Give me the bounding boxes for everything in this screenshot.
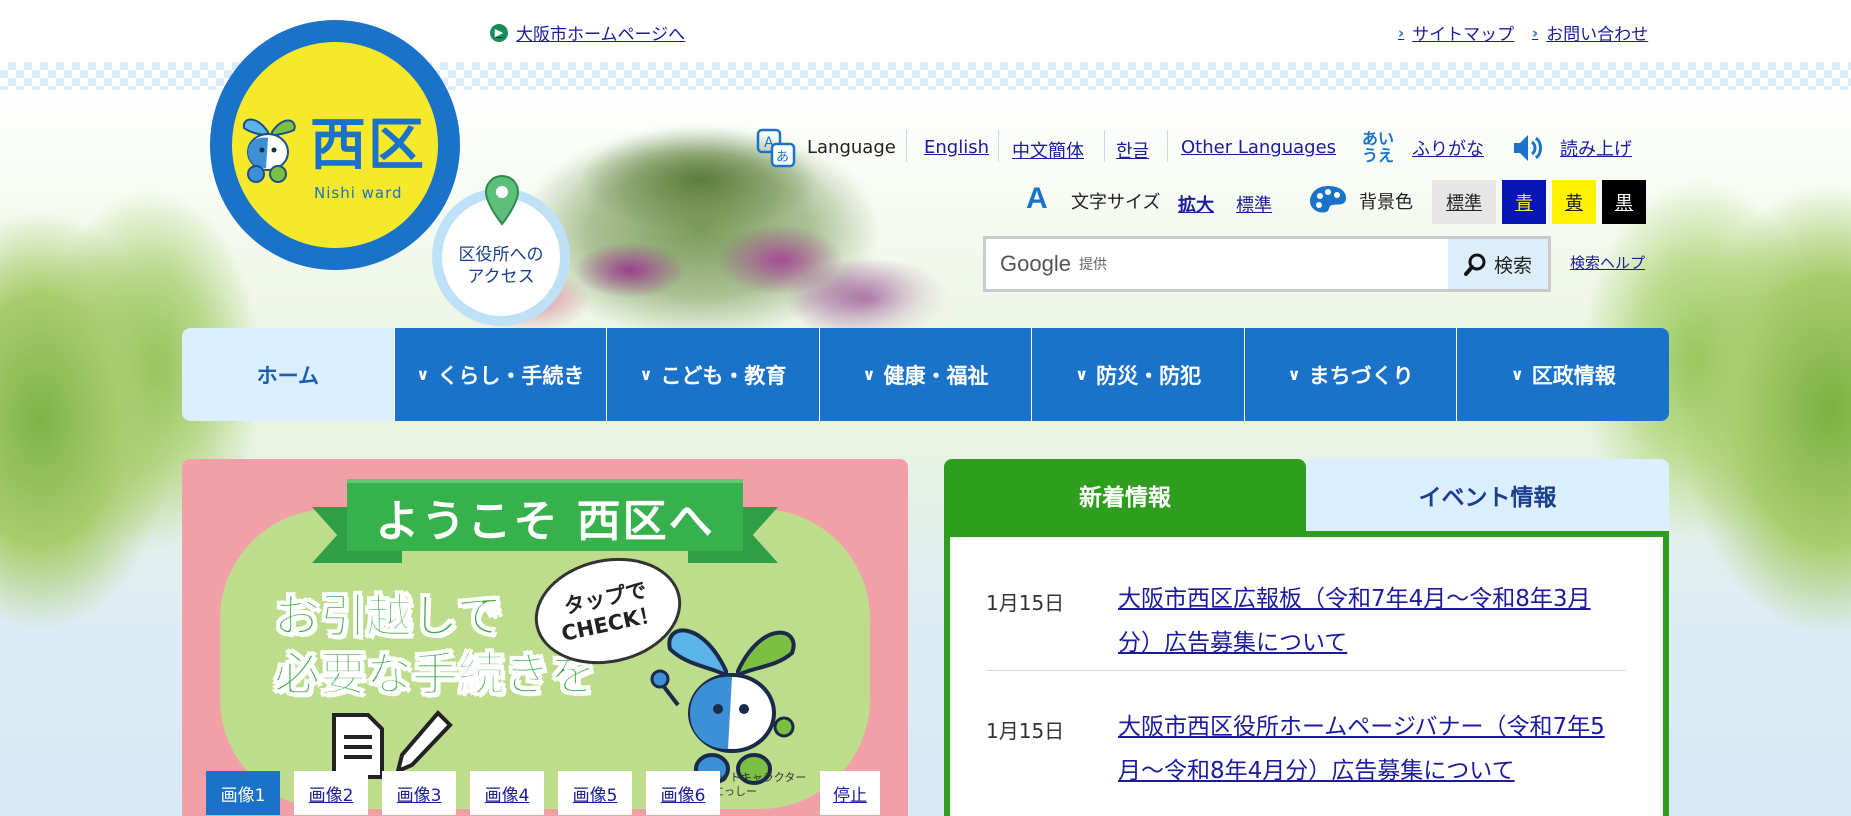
access-label-line2: アクセス [467,267,535,287]
language-icon: A あ [756,128,796,168]
map-pin-icon [484,174,520,226]
svg-text:あ: あ [776,150,789,165]
nav-town-label: まちづくり [1308,363,1414,388]
divider [998,130,999,162]
lang-chinese-link[interactable]: 中文簡体 [1012,137,1084,163]
bg-color-label: 背景色 [1359,192,1413,213]
slide-ribbon: ようこそ 西区へ [347,479,743,551]
google-logo: Google [1000,251,1071,276]
news-title-link[interactable]: 大阪市西区広報板（令和7年4月～令和8年3月分）広告募集について [1118,577,1618,665]
site-logo[interactable]: 西区 Nishi ward [210,20,460,270]
chevron-down-icon: ∨ [1075,365,1089,384]
search-input[interactable]: Google 提供 [986,239,1448,289]
sitemap-label: サイトマップ [1412,25,1515,45]
font-standard-link[interactable]: 標準 [1236,191,1272,217]
bg-black-button[interactable]: 黒 [1602,180,1646,224]
bg-standard-button[interactable]: 標準 [1432,180,1496,224]
nav-living[interactable]: ∨ くらし・手続き [393,328,607,421]
city-home-link[interactable]: ▶ 大阪市ホームページへ [490,20,685,45]
contact-link[interactable]: › お問い合わせ [1532,20,1649,46]
speaker-icon [1514,135,1542,161]
furigana-icon-top: あい [1362,129,1395,148]
slide-button-6[interactable]: 画像6 [646,771,720,815]
nav-safety[interactable]: ∨ 防災・防犯 [1031,328,1244,421]
furigana-icon: あい うえ [1362,130,1402,164]
lang-korean-link[interactable]: 한글 [1116,137,1149,163]
arrow-right-circle-icon: ▶ [490,23,508,42]
divider [1167,130,1168,162]
slide-button-3[interactable]: 画像3 [382,771,456,815]
divider [1104,130,1105,162]
search-box: Google 提供 検索 [983,236,1551,292]
chevron-down-icon: ∨ [1287,365,1301,384]
bg-yellow-button[interactable]: 黄 [1552,180,1596,224]
news-panel: 新着情報 イベント情報 1月15日 大阪市西区広報板（令和7年4月～令和8年3月… [944,459,1669,816]
slide-heading-line2: 必要な手続きを [274,647,597,702]
nav-health-label: 健康・福祉 [883,363,989,388]
tab-new-info[interactable]: 新着情報 [944,459,1306,531]
chevron-down-icon: ∨ [862,365,876,384]
lang-other-link[interactable]: Other Languages [1181,137,1336,158]
nav-children-label: こども・教育 [660,363,787,388]
global-nav: ホーム ∨ くらし・手続き ∨ こども・教育 ∨ 健康・福祉 ∨ 防災・防犯 ∨… [182,328,1669,421]
nav-living-label: くらし・手続き [437,363,585,388]
slide-controls: 画像1 画像2 画像3 画像4 画像5 画像6 停止 [206,771,880,815]
nav-town[interactable]: ∨ まちづくり [1243,328,1457,421]
search-provided-by: 提供 [1078,257,1107,273]
palette-icon [1310,186,1346,213]
nav-home-label: ホーム [256,363,319,388]
slide-button-1[interactable]: 画像1 [206,771,280,815]
logo-circle: 西区 Nishi ward [232,42,438,248]
read-aloud-link[interactable]: 読み上げ [1560,135,1632,161]
divider [906,130,907,162]
search-button[interactable]: 検索 [1448,239,1548,289]
news-date: 1月15日 [986,719,1065,743]
chevron-down-icon: ∨ [639,365,653,384]
furigana-icon-bottom: うえ [1362,146,1395,165]
news-date: 1月15日 [986,591,1065,615]
access-label-line1: 区役所への [458,245,544,265]
sitemap-link[interactable]: › サイトマップ [1398,20,1515,46]
slide-stop-button[interactable]: 停止 [820,771,880,815]
nav-health[interactable]: ∨ 健康・福祉 [818,328,1032,421]
bg-blue-button[interactable]: 青 [1502,180,1546,224]
search-help-link[interactable]: 検索ヘルプ [1570,252,1645,273]
news-title-link[interactable]: 大阪市西区役所ホームページバナー（令和7年5月～令和8年4月分）広告募集について [1118,705,1618,793]
lang-english-link[interactable]: English [924,137,989,158]
nav-admin[interactable]: ∨ 区政情報 [1456,328,1669,421]
slide-button-4[interactable]: 画像4 [470,771,544,815]
font-size-icon: A [1026,182,1048,215]
mascot-icon [242,118,296,183]
furigana-link[interactable]: ふりがな [1412,135,1484,161]
slideshow: ようこそ 西区へ お引越しで 必要な手続きを タップで CHECK！ 西区マスコ… [182,459,908,816]
tab-event-info[interactable]: イベント情報 [1306,459,1669,531]
contact-label: お問い合わせ [1546,25,1649,45]
slide-button-2[interactable]: 画像2 [294,771,368,815]
chevron-right-icon: › [1532,23,1539,42]
chevron-down-icon: ∨ [1510,365,1524,384]
chevron-right-icon: › [1398,23,1405,42]
logo-title: 西区 [310,113,426,178]
city-home-label: 大阪市ホームページへ [516,25,686,45]
logo-subtitle: Nishi ward [314,184,403,202]
nav-admin-label: 区政情報 [1531,363,1616,388]
font-enlarge-link[interactable]: 拡大 [1178,191,1214,217]
nav-children[interactable]: ∨ こども・教育 [606,328,819,421]
nav-safety-label: 防災・防犯 [1096,363,1202,388]
chevron-down-icon: ∨ [416,365,430,384]
pencil-icon [395,710,453,775]
font-size-label: 文字サイズ [1071,192,1161,213]
language-label: Language [807,137,896,158]
search-icon [1463,253,1486,276]
nav-home[interactable]: ホーム [182,328,394,421]
slide-button-5[interactable]: 画像5 [558,771,632,815]
search-button-label: 検索 [1493,254,1532,277]
news-divider [986,670,1626,671]
news-list: 1月15日 大阪市西区広報板（令和7年4月～令和8年3月分）広告募集について 1… [944,531,1669,816]
